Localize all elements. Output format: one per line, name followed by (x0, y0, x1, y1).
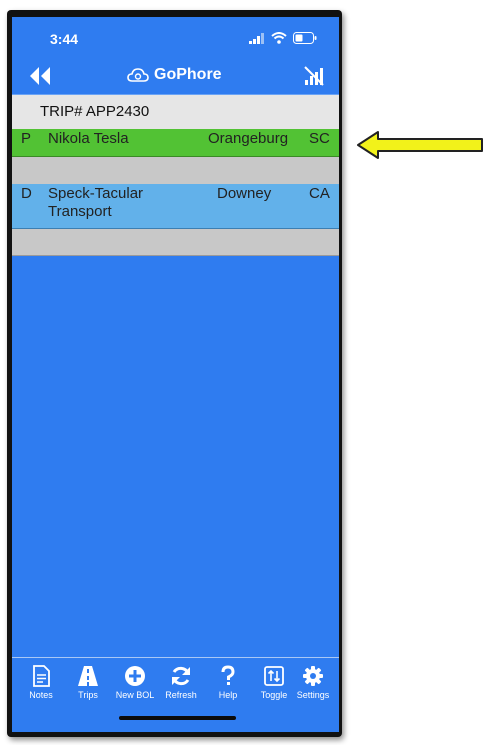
tab-notes[interactable]: Notes (18, 665, 64, 700)
tab-label: New BOL (115, 690, 155, 700)
tab-help[interactable]: Help (205, 665, 251, 700)
notes-icon (33, 665, 50, 687)
road-icon (78, 666, 98, 686)
brand-name: GoPhore (154, 66, 222, 83)
trip-number: TRIP# APP2430 (40, 103, 150, 120)
tab-label: Trips (78, 690, 98, 700)
cloud-logo-icon (127, 68, 149, 82)
stop-city: Orangeburg (208, 130, 289, 147)
stop-state: SC (309, 130, 330, 147)
tab-label: Notes (29, 690, 53, 700)
stop-name: Nikola Tesla (48, 130, 129, 147)
plus-circle-icon (125, 666, 145, 686)
tab-label: Help (218, 690, 238, 700)
app-brand: GoPhore (127, 66, 222, 84)
stop-type: D (21, 185, 32, 202)
question-icon (221, 665, 235, 685)
cellular-signal-icon (249, 32, 264, 44)
tab-refresh[interactable]: Refresh (158, 665, 204, 700)
no-signal-icon[interactable] (303, 65, 325, 87)
stop-name: Speck-Tacular Transport (48, 185, 144, 220)
row-separator (12, 229, 339, 256)
stop-row-pickup[interactable]: P Nikola Tesla Orangeburg SC (12, 129, 339, 157)
refresh-icon (172, 666, 190, 686)
row-separator (12, 157, 339, 185)
tab-label: Settings (296, 690, 330, 700)
gear-icon (303, 666, 323, 686)
status-icons (249, 32, 317, 44)
tab-bar: Notes Trips New BOL Refresh Help Toggle … (12, 657, 339, 732)
stop-city: Downey (217, 185, 272, 202)
tab-settings[interactable]: Settings (290, 665, 336, 700)
trip-header: TRIP# APP2430 (12, 95, 339, 129)
home-indicator (119, 716, 236, 720)
tab-new-bol[interactable]: New BOL (112, 665, 158, 700)
battery-icon (293, 32, 317, 44)
tab-trips[interactable]: Trips (65, 665, 111, 700)
status-time: 3:44 (50, 31, 79, 47)
stop-row-delivery[interactable]: D Speck-Tacular Transport Downey CA (12, 184, 339, 229)
rewind-back-icon[interactable] (28, 65, 52, 87)
status-bar: 3:44 (12, 17, 339, 57)
stop-state: CA (309, 185, 330, 202)
yellow-arrow-annotation (357, 131, 483, 159)
stop-type: P (21, 130, 32, 147)
tab-label: Refresh (165, 690, 197, 700)
nav-bar: GoPhore (12, 57, 339, 95)
wifi-icon (271, 32, 287, 44)
app-screen: 3:44 GoPhore TRIP# APP2430 P Nikola Tesl… (12, 17, 339, 732)
toggle-icon (264, 666, 284, 686)
